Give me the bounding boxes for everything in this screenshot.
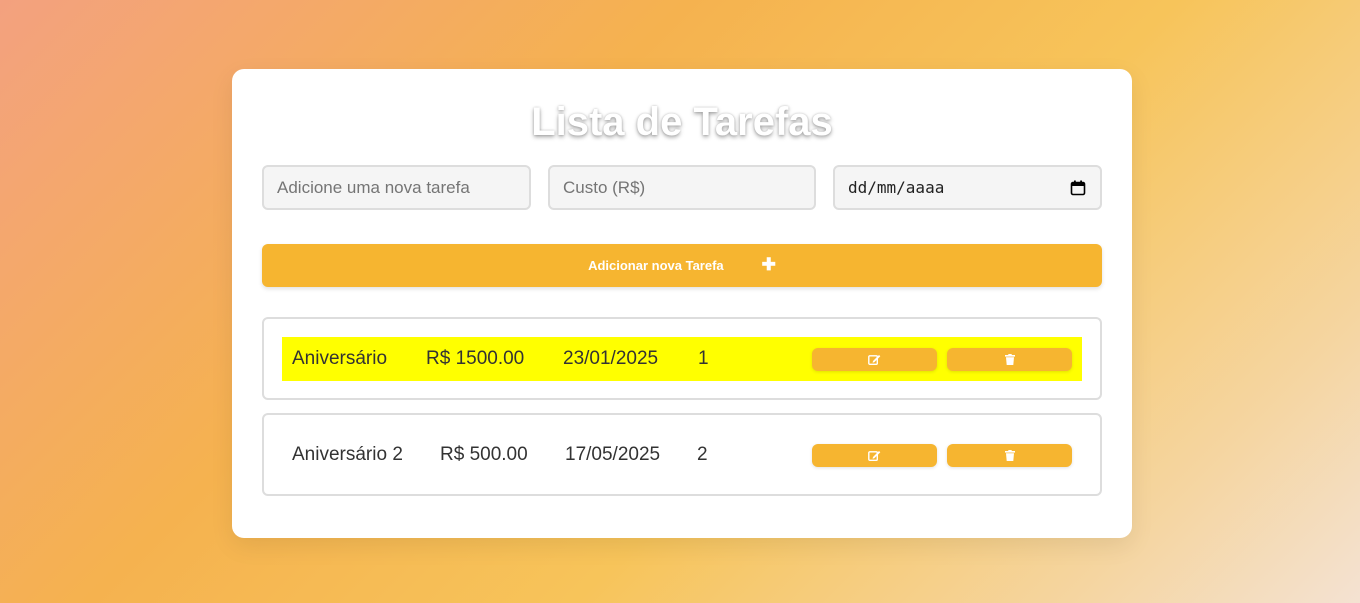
edit-icon <box>868 354 881 365</box>
delete-task-button[interactable] <box>947 444 1072 467</box>
task-item: Aniversário R$ 1500.00 23/01/2025 1 <box>262 317 1102 400</box>
plus-icon: ✚ <box>761 254 776 274</box>
edit-task-button[interactable] <box>812 348 937 371</box>
add-task-button[interactable]: Adicionar nova Tarefa ✚ <box>262 244 1102 287</box>
task-item-content: Aniversário R$ 1500.00 23/01/2025 1 <box>282 337 1082 381</box>
task-cost-input[interactable]: Custo (R$) <box>548 165 816 210</box>
task-name-placeholder: Adicione uma nova tarefa <box>277 177 470 197</box>
trash-icon <box>1004 450 1015 461</box>
edit-icon <box>868 450 881 461</box>
task-date: 23/01/2025 <box>563 348 659 369</box>
task-cost: R$ 1500.00 <box>426 348 525 369</box>
task-name-input[interactable]: Adicione uma nova tarefa <box>262 165 531 210</box>
page-title: Lista de Tarefas <box>531 100 833 144</box>
add-task-button-label: Adicionar nova Tarefa <box>588 258 724 273</box>
task-cost-placeholder: Custo (R$) <box>563 177 646 197</box>
task-list-card: Lista de Tarefas Adicione uma nova taref… <box>232 69 1132 538</box>
delete-task-button[interactable] <box>947 348 1072 371</box>
edit-task-button[interactable] <box>812 444 937 467</box>
task-date-placeholder: dd/mm/aaaa <box>848 178 945 197</box>
calendar-icon[interactable] <box>1070 180 1086 196</box>
task-item-content: Aniversário 2 R$ 500.00 17/05/2025 2 <box>282 433 1082 477</box>
task-name: Aniversário 2 <box>292 444 403 465</box>
task-cost: R$ 500.00 <box>440 444 528 465</box>
task-item: Aniversário 2 R$ 500.00 17/05/2025 2 <box>262 413 1102 496</box>
task-order: 1 <box>698 348 709 369</box>
task-name: Aniversário <box>292 348 388 369</box>
task-date: 17/05/2025 <box>565 444 661 465</box>
task-order: 2 <box>697 444 708 465</box>
task-date-input[interactable]: dd/mm/aaaa <box>833 165 1102 210</box>
trash-icon <box>1004 354 1015 365</box>
